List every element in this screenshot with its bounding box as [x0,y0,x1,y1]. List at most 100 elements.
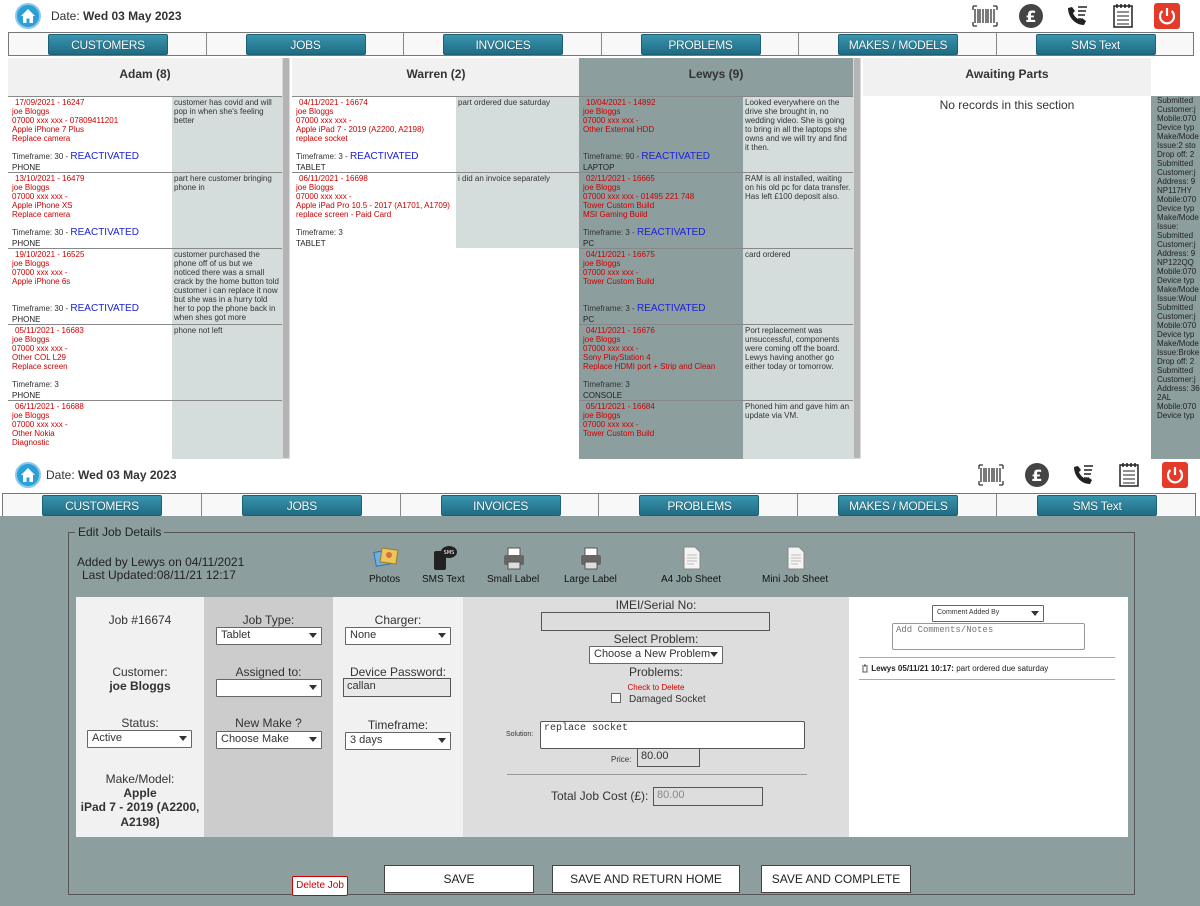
peek-line: Device typ [1157,411,1195,420]
pound-icon[interactable]: £ [1018,3,1044,29]
timeframe: Timeframe: 3 - REACTIVATED [583,303,706,314]
job-card-note: Looked everywhere on the drive she broug… [743,97,853,172]
solution-textarea[interactable]: replace socket [540,721,805,749]
charger-select[interactable]: None [345,627,451,645]
card-line: 10/04/2021 - 14892 [586,98,656,107]
tab-customers[interactable]: CUSTOMERS [48,34,168,55]
device-type: PHONE [12,239,41,248]
peek-line: NP117HY [1157,186,1192,195]
tab-customers[interactable]: CUSTOMERS [42,495,162,516]
card-line: MSI Gaming Build [583,210,648,219]
job-card[interactable]: 02/11/2021 - 16665 joe Bloggs 07000 xxx xx… [579,172,853,248]
card-line: 05/11/2021 - 16684 [586,402,655,411]
job-card-details: 13/10/2021 - 16479 joe Bloggs 07000 xxx xx… [8,173,172,248]
barcode-icon[interactable] [978,462,1004,488]
job-card-note: RAM is all installed, waiting on his old… [743,173,853,248]
jobtype-select[interactable]: Tablet [216,627,322,645]
job-card[interactable]: 05/11/2021 - 16684 joe Bloggs 07000 xxx xx… [579,400,853,459]
peek-line: NP122QQ [1157,258,1194,267]
job-card[interactable]: 17/09/2021 - 16247 joe Bloggs 07000 xxx xx… [8,96,282,172]
trash-icon[interactable] [861,664,869,675]
edit-job-area: Edit Job Details Added by Lewys on 04/11… [0,516,1200,906]
notepad-icon[interactable] [1110,3,1136,29]
peek-line: Drop off: 2 [1157,357,1195,366]
job-card-details: 05/11/2021 - 16684 joe Bloggs 07000 xxx xx… [579,401,743,459]
photos-button[interactable]: Photos [369,545,400,585]
column-scrollbar[interactable] [853,58,861,459]
peek-line: Make/Mode [1157,339,1199,348]
tab-makes-models[interactable]: MAKES / MODELS [838,34,958,55]
price-input[interactable]: 80.00 [637,748,700,767]
job-card[interactable]: 19/10/2021 - 16525 joe Bloggs 07000 xxx xx… [8,248,282,324]
problem-select[interactable]: Choose a New Problem [589,646,723,664]
home-icon[interactable] [15,462,41,488]
tab-jobs[interactable]: JOBS [241,495,362,516]
timeframe: Timeframe: 30 - REACTIVATED [12,151,139,162]
a4-job-sheet-button[interactable]: A4 Job Sheet [661,545,721,585]
comment-entry: Lewys 05/11/21 10:17: part ordered due s… [861,664,1048,675]
tab-makes-models[interactable]: MAKES / MODELS [838,495,959,516]
status-select[interactable]: Active [87,730,192,748]
assigned-select[interactable] [216,679,322,697]
job-card-note: customer has covid and will pop in when … [172,97,282,172]
peek-line: Customer:j [1157,375,1196,384]
barcode-icon[interactable] [972,3,998,29]
job-card[interactable]: 04/11/2021 - 16676 joe Bloggs 07000 xxx xx… [579,324,853,400]
job-card-note: i did an invoice separately [456,173,580,248]
mini-job-sheet-button[interactable]: Mini Job Sheet [762,545,828,585]
save-complete-button[interactable]: SAVE AND COMPLETE [761,865,911,893]
total-input: 80.00 [653,787,763,806]
save-return-home-button[interactable]: SAVE AND RETURN HOME [552,865,740,893]
tab-jobs[interactable]: JOBS [245,34,366,55]
job-card[interactable]: 04/11/2021 - 16674 joe Bloggs 07000 xxx xx… [292,96,580,172]
peek-line: Issue: [1157,222,1179,231]
job-card[interactable]: 05/11/2021 - 16683 joe Bloggs 07000 xxx xx… [8,324,282,400]
tab-problems[interactable]: PROBLEMS [639,495,760,516]
assigned-label: Assigned to: [235,665,302,679]
delete-job-button[interactable]: Delete Job [292,876,348,896]
tab-problems[interactable]: PROBLEMS [640,34,761,55]
card-line: Apple iPhone 6s [12,277,71,286]
column-scrollbar[interactable] [282,58,290,459]
pound-icon[interactable]: £ [1024,462,1050,488]
peek-line: Submitted [1157,366,1194,375]
problem-checkbox[interactable] [611,693,621,703]
sms-text-button[interactable]: SMS SMS Text [422,545,465,585]
job-card[interactable]: 04/11/2021 - 16675 joe Bloggs 07000 xxx xx… [579,248,853,324]
large-label-button[interactable]: Large Label [564,545,617,585]
timeframe-select[interactable]: 3 days [345,732,451,750]
newmake-select[interactable]: Choose Make [216,731,322,749]
imei-input[interactable] [541,612,770,631]
comment-textarea[interactable]: Add Comments/Notes [892,623,1085,650]
job-card[interactable]: 06/11/2021 - 16698 joe Bloggs 07000 xxx xx… [292,172,580,248]
reactivated-badge: REACTIVATED [636,303,706,314]
power-icon[interactable] [1162,462,1188,488]
home-icon[interactable] [15,3,41,29]
job-card[interactable]: 13/10/2021 - 16479 joe Bloggs 07000 xxx xx… [8,172,282,248]
save-button[interactable]: SAVE [384,865,534,893]
small-label-button[interactable]: Small Label [487,545,539,585]
peek-line: Submitted [1157,96,1194,105]
notepad-icon[interactable] [1116,462,1142,488]
card-line: joe Bloggs [583,183,621,192]
tab-sms-text[interactable]: SMS Text [1035,34,1156,55]
peek-line: Address: 9 [1157,177,1196,186]
damaged-socket-row: Damaged Socket [611,693,706,705]
device-type: PHONE [12,391,41,400]
tab-invoices[interactable]: INVOICES [440,495,561,516]
timeframe: Timeframe: 3 [296,228,343,237]
job-card[interactable]: 10/04/2021 - 14892 joe Bloggs 07000 xxx xx… [579,96,853,172]
tab-invoices[interactable]: INVOICES [443,34,563,55]
card-line: Replace screen [12,362,68,371]
card-line: joe Bloggs [296,183,334,192]
card-line: Tower Custom Build [583,429,655,438]
phone-icon[interactable] [1070,462,1096,488]
power-icon[interactable] [1154,3,1180,29]
reactivated-badge: REACTIVATED [70,227,139,238]
password-input[interactable]: callan [343,678,451,697]
tab-sms-text[interactable]: SMS Text [1037,495,1158,516]
job-card[interactable]: 06/11/2021 - 16688 joe Bloggs 07000 xxx xx… [8,400,282,459]
phone-icon[interactable] [1064,3,1090,29]
card-line: 07000 xxx xxx - [12,344,68,353]
comment-by-select[interactable]: Comment Added By [932,605,1044,622]
